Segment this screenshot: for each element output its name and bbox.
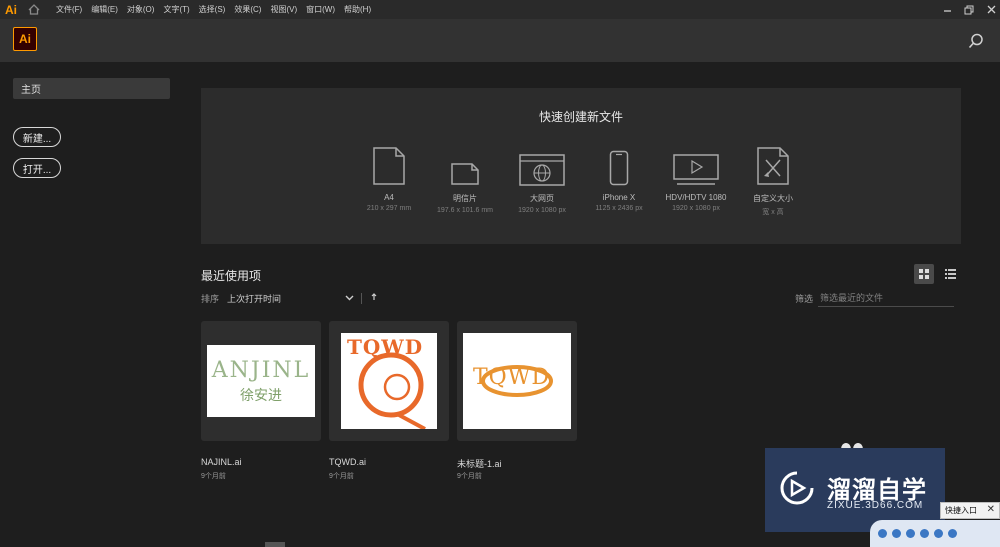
- minimize-icon[interactable]: [942, 5, 952, 15]
- preset-size: 210 x 297 mm: [366, 205, 412, 212]
- thumbnail-text: TQWD: [347, 335, 424, 359]
- quick-create-title: 快速创建新文件: [538, 110, 623, 124]
- preset-name: 明信片: [453, 194, 477, 203]
- preset-size: 1920 x 1080 px: [672, 205, 720, 212]
- tray-app-icon[interactable]: [906, 529, 915, 538]
- preset-web[interactable]: 大网页 1920 x 1080 px: [502, 146, 582, 214]
- menu-bar: Ai 文件(F) 编辑(E) 对象(O) 文字(T) 选择(S) 效果(C) 视…: [0, 0, 1000, 19]
- web-page-icon: [502, 146, 582, 186]
- watermark-url: ZIXUE.3D66.COM: [827, 500, 924, 511]
- preset-custom[interactable]: 自定义大小 宽 x 高: [733, 146, 813, 217]
- thumbnail-text: TQWD: [473, 365, 550, 390]
- menu-file[interactable]: 文件(F): [56, 4, 82, 15]
- file-date: 9个月前: [201, 473, 226, 480]
- file-name: 未标题-1.ai: [457, 459, 502, 469]
- menu-window[interactable]: 窗口(W): [306, 4, 335, 15]
- app-logo-small: Ai: [5, 2, 17, 17]
- tray-app-icon[interactable]: [920, 529, 929, 538]
- search-icon[interactable]: [968, 33, 984, 49]
- app-header: Ai: [0, 19, 1000, 62]
- tray-app-icon[interactable]: [892, 529, 901, 538]
- sidebar-item-home[interactable]: 主页: [13, 78, 170, 99]
- list-view-icon[interactable]: [941, 264, 959, 284]
- preset-name: 自定义大小: [753, 194, 793, 203]
- menu-select[interactable]: 选择(S): [199, 4, 226, 15]
- sort-divider: [361, 292, 363, 304]
- file-thumbnail: ANJINL 徐安进: [207, 345, 315, 417]
- sort-direction-icon[interactable]: [371, 293, 377, 303]
- file-thumbnail: TQWD: [463, 333, 571, 429]
- quick-entry-label: 快捷入口: [945, 506, 977, 515]
- preset-hdtv[interactable]: HDV/HDTV 1080 1920 x 1080 px: [656, 146, 736, 212]
- preset-postcard[interactable]: 明信片 197.6 x 101.6 mm: [425, 146, 505, 214]
- recent-title: 最近使用项: [201, 269, 262, 283]
- preset-a4[interactable]: A4 210 x 297 mm: [349, 146, 429, 212]
- system-tray: [870, 520, 1000, 547]
- menu-view[interactable]: 视图(V): [270, 4, 297, 15]
- thumbnail-text: ANJINL: [211, 358, 311, 383]
- preset-name: A4: [384, 193, 394, 202]
- preset-iphone[interactable]: iPhone X 1125 x 2436 px: [579, 146, 659, 212]
- sort-row: 排序 上次打开时间: [201, 292, 377, 304]
- preset-size: 197.6 x 101.6 mm: [436, 207, 494, 214]
- window-controls: [942, 0, 996, 19]
- chevron-down-icon[interactable]: [345, 293, 355, 303]
- preset-size: 1125 x 2436 px: [595, 205, 643, 212]
- filter-input[interactable]: [818, 289, 954, 307]
- preset-size: 1920 x 1080 px: [518, 207, 566, 214]
- restore-icon[interactable]: [964, 5, 974, 15]
- menu-items: 文件(F) 编辑(E) 对象(O) 文字(T) 选择(S) 效果(C) 视图(V…: [56, 4, 380, 15]
- open-file-button[interactable]: 打开...: [13, 158, 61, 178]
- video-icon: [656, 146, 736, 186]
- home-icon[interactable]: [22, 0, 46, 19]
- custom-size-icon: [733, 146, 813, 186]
- recent-file-card[interactable]: TQWD: [329, 321, 449, 441]
- postcard-icon: [425, 146, 505, 186]
- play-logo-icon: [779, 470, 815, 506]
- menu-object[interactable]: 对象(O): [127, 4, 155, 15]
- tray-app-icon[interactable]: [878, 529, 887, 538]
- quick-entry-popup[interactable]: 快捷入口 ✕: [940, 502, 1000, 519]
- tray-app-icon[interactable]: [948, 529, 957, 538]
- thumbnail-subtext: 徐安进: [240, 387, 282, 403]
- tray-app-icon[interactable]: [934, 529, 943, 538]
- preset-size: 宽 x 高: [762, 209, 784, 216]
- file-date: 9个月前: [329, 473, 354, 480]
- recent-file-card[interactable]: ANJINL 徐安进: [201, 321, 321, 441]
- ai-logo: Ai: [13, 27, 37, 51]
- file-date: 9个月前: [457, 473, 482, 480]
- phone-icon: [579, 146, 659, 186]
- file-name: TQWD.ai: [329, 457, 366, 467]
- preset-name: HDV/HDTV 1080: [665, 193, 727, 202]
- preset-name: iPhone X: [602, 193, 636, 202]
- menu-type[interactable]: 文字(T): [163, 4, 189, 15]
- grid-view-icon[interactable]: [914, 264, 934, 284]
- preset-name: 大网页: [530, 194, 554, 203]
- close-icon[interactable]: ✕: [987, 504, 995, 515]
- quick-create-panel: 快速创建新文件 A4 210 x 297 mm 明信片 197.6 x 101.…: [201, 88, 961, 244]
- sidebar: 主页 新建... 打开...: [0, 62, 180, 547]
- sort-dropdown[interactable]: 上次打开时间: [227, 292, 345, 305]
- file-name: NAJINL.ai: [201, 457, 242, 467]
- document-icon: [349, 146, 429, 186]
- taskbar-indicator: [265, 542, 285, 547]
- menu-effect[interactable]: 效果(C): [234, 4, 261, 15]
- new-file-button[interactable]: 新建...: [13, 127, 61, 147]
- filter-label: 筛选: [795, 294, 814, 304]
- menu-help[interactable]: 帮助(H): [344, 4, 371, 15]
- file-thumbnail: TQWD: [341, 333, 437, 429]
- sort-label: 排序: [201, 293, 220, 304]
- menu-edit[interactable]: 编辑(E): [91, 4, 118, 15]
- close-window-icon[interactable]: [986, 5, 996, 15]
- recent-file-card[interactable]: TQWD: [457, 321, 577, 441]
